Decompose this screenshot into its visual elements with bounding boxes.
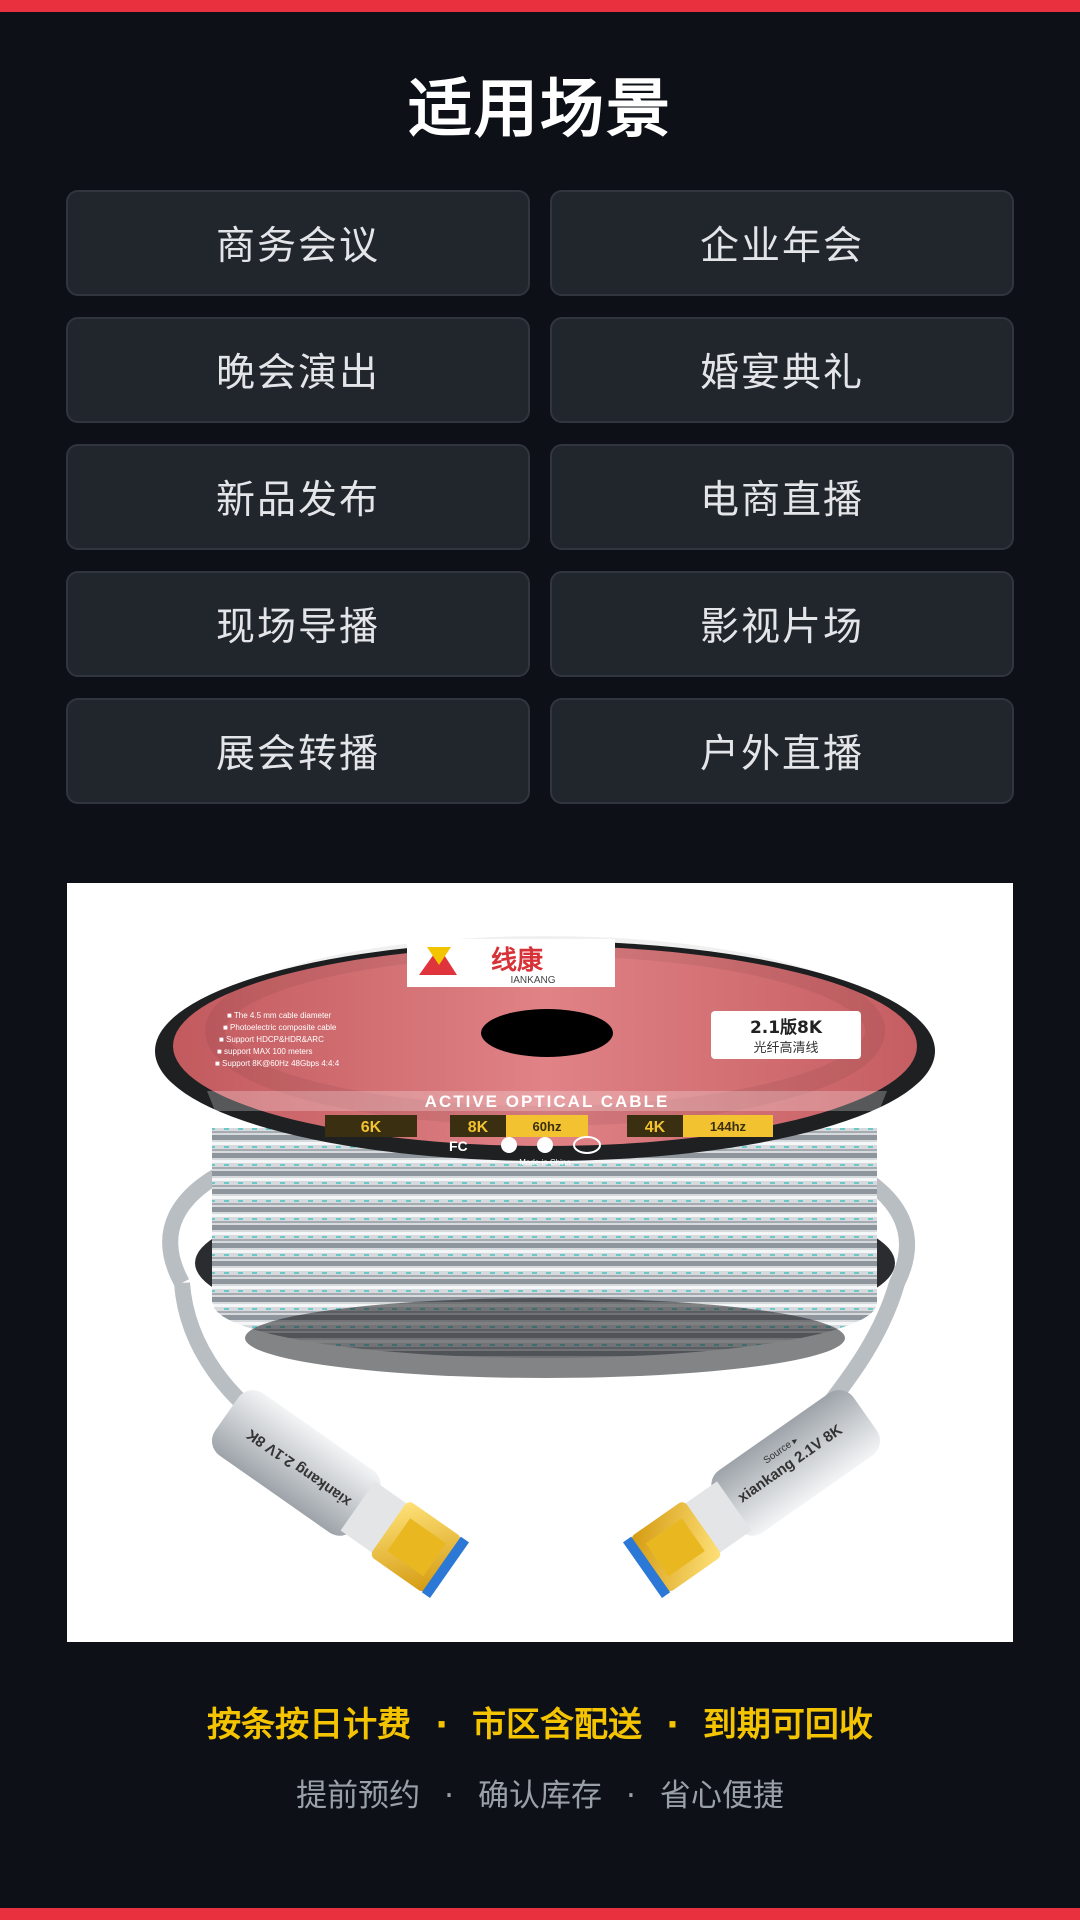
subline-separator: · (626, 1778, 636, 1814)
made-in-label: Made in China (519, 1158, 571, 1167)
svg-text:■ support MAX 100 meters: ■ support MAX 100 meters (217, 1047, 313, 1056)
version-label: 2.1版8K (750, 1017, 823, 1038)
service-subline: 提前预约 · 确认库存 · 省心便捷 (0, 1770, 1080, 1815)
svg-text:■ The 4.5 mm cable diameter: ■ The 4.5 mm cable diameter (227, 1011, 332, 1020)
badge-8k: 8K (468, 1119, 489, 1136)
scene-button-ecommerce-live[interactable]: 电商直播 (550, 444, 1014, 550)
pricing-tagline: 按条按日计费 · 市区含配送 · 到期可回收 (0, 1697, 1080, 1746)
scene-button-wedding[interactable]: 婚宴典礼 (550, 317, 1014, 423)
subline-item-booking: 提前预约 (296, 1778, 421, 1814)
brand-name-en: IANKANG (510, 975, 555, 986)
svg-text:■ Support 8K@60Hz 48Gbps 4:4:4: ■ Support 8K@60Hz 48Gbps 4:4:4 (215, 1059, 340, 1068)
svg-text:■ Photoelectric composite cabl: ■ Photoelectric composite cable (223, 1023, 337, 1032)
tagline-item-billing: 按条按日计费 (207, 1705, 412, 1745)
scene-button-product-launch[interactable]: 新品发布 (66, 444, 530, 550)
fc-cert-icon: FC (449, 1138, 468, 1154)
band-text: ACTIVE OPTICAL CABLE (425, 1092, 670, 1111)
scene-grid: 商务会议 企业年会 晚会演出 婚宴典礼 新品发布 电商直播 现场导播 影视片场 … (66, 190, 1014, 804)
tagline-separator: · (666, 1705, 679, 1745)
badge-6k: 6K (361, 1119, 382, 1136)
top-accent-bar (0, 0, 1080, 12)
svg-text:60hz: 60hz (533, 1119, 562, 1134)
scene-button-outdoor-live[interactable]: 户外直播 (550, 698, 1014, 804)
tagline-item-recycle: 到期可回收 (702, 1705, 873, 1745)
subline-item-convenient: 省心便捷 (659, 1778, 784, 1814)
scene-button-business-meeting[interactable]: 商务会议 (66, 190, 530, 296)
subline-separator: · (444, 1778, 454, 1814)
svg-text:144hz: 144hz (710, 1119, 747, 1134)
brand-name: 线康 (491, 945, 544, 975)
scene-button-corporate-gala[interactable]: 企业年会 (550, 190, 1014, 296)
scene-button-onsite-directing[interactable]: 现场导播 (66, 571, 530, 677)
tagline-item-delivery: 市区含配送 (472, 1705, 642, 1745)
svg-text:■ Support HDCP&HDR&ARC: ■ Support HDCP&HDR&ARC (219, 1035, 324, 1044)
product-image: 线康 IANKANG 2.1版8K 光纤高清线 ■ The 4.5 mm cab… (67, 883, 1013, 1642)
bottom-accent-bar (0, 1908, 1080, 1920)
cert-icon-3 (537, 1137, 553, 1153)
page-title: 适用场景 (408, 73, 672, 147)
right-hdmi-plug: xiankang 2.1V 8K Source ▸ (622, 1390, 881, 1599)
left-hdmi-plug: xiankang 2.1V 8K (211, 1390, 470, 1599)
subline-item-stock: 确认库存 (478, 1778, 602, 1814)
cert-icon-2 (501, 1137, 517, 1153)
spool-hole (481, 1009, 613, 1057)
version-sublabel: 光纤高清线 (753, 1040, 818, 1056)
scene-button-film-set[interactable]: 影视片场 (550, 571, 1014, 677)
badge-4k: 4K (645, 1119, 666, 1136)
scene-button-exhibition-broadcast[interactable]: 展会转播 (66, 698, 530, 804)
tagline-separator: · (435, 1705, 448, 1745)
scene-button-evening-show[interactable]: 晚会演出 (66, 317, 530, 423)
feature-list: ■ The 4.5 mm cable diameter ■ Photoelect… (215, 1011, 340, 1068)
